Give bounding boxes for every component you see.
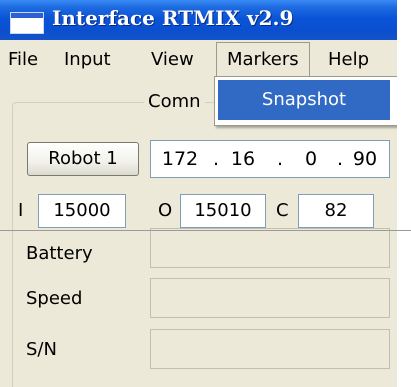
port-o-label: O — [158, 200, 173, 221]
ip-octet-4[interactable]: 90 — [343, 141, 387, 177]
menu-item-snapshot[interactable]: Snapshot — [218, 80, 390, 120]
port-c-label: C — [276, 200, 289, 221]
serial-number-field — [150, 329, 390, 369]
menu-view[interactable]: View — [151, 42, 194, 78]
title-bar[interactable]: Interface RTMIX v2.9 — [0, 0, 397, 40]
window-title: Interface RTMIX v2.9 — [52, 6, 294, 30]
speed-field — [150, 278, 390, 318]
menu-file[interactable]: File — [8, 42, 38, 78]
ip-octet-1[interactable]: 172 — [157, 141, 203, 177]
ip-octet-2[interactable]: 16 — [223, 141, 263, 177]
app-window: Interface RTMIX v2.9 File Input View Mar… — [0, 0, 397, 387]
ip-dot: . — [277, 148, 284, 170]
port-o-input[interactable]: 15010 — [180, 194, 266, 228]
menu-bar: File Input View Markers Help — [0, 42, 397, 78]
ip-dot: . — [213, 148, 220, 170]
menu-help[interactable]: Help — [328, 42, 369, 78]
window-icon — [10, 12, 44, 34]
markers-dropdown: Snapshot — [214, 76, 397, 126]
port-i-input[interactable]: 15000 — [38, 194, 126, 228]
port-c-input[interactable]: 82 — [298, 194, 374, 228]
ip-address-input[interactable]: 172 . 16 . 0 . 90 — [150, 140, 390, 178]
robot-button[interactable]: Robot 1 — [27, 142, 139, 176]
serial-number-label: S/N — [26, 339, 57, 360]
ip-octet-3[interactable]: 0 — [291, 141, 331, 177]
port-i-label: I — [18, 200, 24, 221]
menu-markers[interactable]: Markers — [216, 42, 310, 78]
battery-field — [150, 228, 390, 268]
battery-label: Battery — [26, 243, 93, 264]
group-legend: Comn — [144, 91, 205, 112]
overlay-divider-line — [0, 230, 411, 231]
speed-label: Speed — [26, 288, 83, 309]
menu-input[interactable]: Input — [64, 42, 111, 78]
